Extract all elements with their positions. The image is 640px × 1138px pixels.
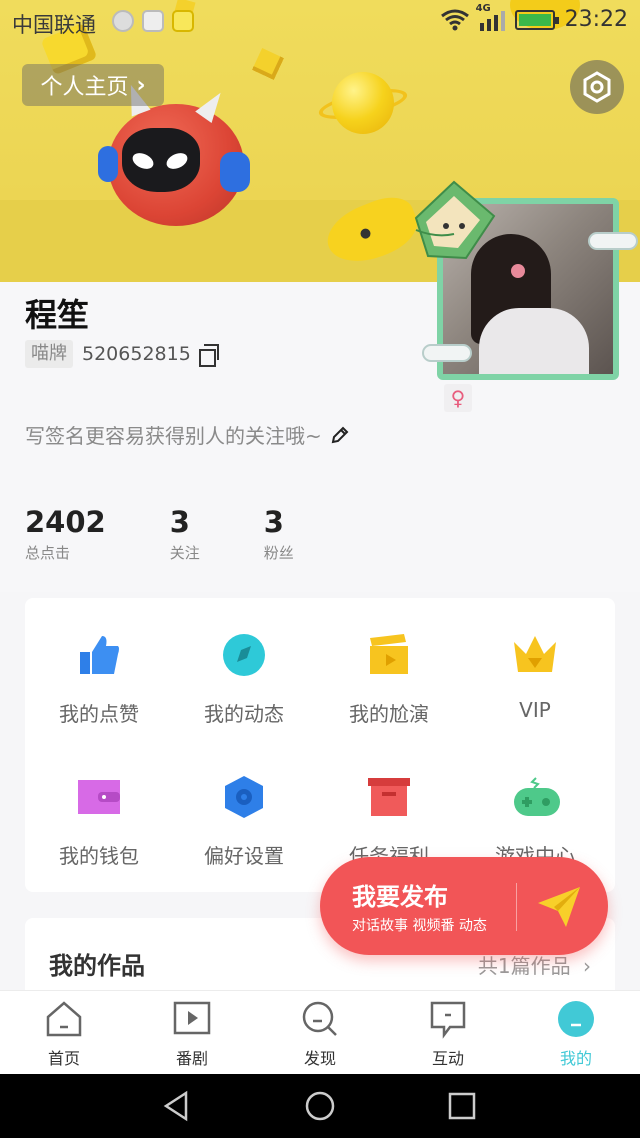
grid-item-label: 我的钱包 [59, 844, 139, 868]
grid-item-games[interactable]: 游戏中心 [461, 774, 609, 869]
tab-label: 首页 [47, 1049, 80, 1068]
grid-item-label: 我的点赞 [59, 702, 139, 726]
clock: 23:22 [564, 7, 628, 32]
tab-mine[interactable]: 我的 [512, 999, 640, 1069]
back-icon[interactable] [160, 1090, 192, 1122]
status-bar: 中国联通 4G 23:22 [0, 0, 640, 44]
cloud-frame-decoration [588, 232, 638, 250]
battery-icon [514, 9, 559, 30]
notification-app-icon [112, 10, 134, 32]
feature-grid: 我的点赞 我的动态 我的尬演 VIP 我的钱包 偏好设置 任务福利 游戏中心 [25, 598, 615, 892]
chevron-right-icon: › [136, 72, 146, 98]
grid-item-wallet[interactable]: 我的钱包 [25, 774, 173, 869]
edit-pencil-icon[interactable] [330, 425, 350, 445]
user-id-value: 520652815 [82, 343, 191, 365]
signature[interactable]: 写签名更容易获得别人的关注哦~ [25, 420, 350, 449]
tab-interact[interactable]: 互动 [384, 999, 512, 1069]
gallery-notification-icon [142, 10, 164, 32]
stat-label: 粉丝 [263, 544, 294, 562]
clapperboard-icon [366, 632, 412, 678]
grid-item-performances[interactable]: 我的尬演 [315, 632, 463, 727]
grid-item-label: 我的动态 [204, 702, 284, 726]
stat-following[interactable]: 3 关注 [170, 504, 200, 563]
gender-female-icon: ♀ [444, 384, 472, 412]
home-circle-icon[interactable] [304, 1090, 336, 1122]
stat-value: 3 [169, 505, 190, 539]
compass-icon [221, 632, 267, 678]
gamepad-icon [512, 774, 560, 820]
wallet-icon [76, 774, 122, 820]
stats-row: 2402 总点击 3 关注 3 粉丝 [25, 504, 358, 563]
grid-item-tasks[interactable]: 任务福利 [315, 774, 463, 869]
homepage-label: 个人主页 [40, 75, 129, 100]
bottom-tab-bar: 首页 番剧 发现 互动 我的 [0, 990, 640, 1074]
wifi-icon [440, 9, 470, 31]
stat-value: 3 [263, 505, 284, 539]
tab-home[interactable]: 首页 [0, 999, 128, 1069]
crown-icon [512, 632, 558, 678]
home-icon [44, 999, 84, 1039]
chat-icon [428, 999, 468, 1039]
grid-item-likes[interactable]: 我的点赞 [25, 632, 173, 727]
tab-label: 发现 [303, 1049, 336, 1068]
stat-label: 关注 [169, 544, 200, 562]
tab-label: 我的 [559, 1049, 592, 1068]
search-icon [300, 999, 340, 1039]
settings-button[interactable] [570, 60, 624, 114]
system-navigation-bar [0, 1074, 640, 1138]
robot-mascot [98, 81, 250, 226]
chat-notification-icon [172, 10, 194, 32]
zongzi-frame-decoration [414, 180, 496, 260]
recents-square-icon[interactable] [446, 1090, 478, 1122]
app-screen: 中国联通 4G 23:22 个人主页 › 程笙 喵牌 520652815 ♀ 写… [0, 0, 640, 1138]
copy-icon[interactable] [198, 344, 219, 367]
hexagon-settings-icon [583, 71, 611, 103]
user-name: 程笙 [25, 296, 90, 334]
works-title: 我的作品 [49, 952, 145, 980]
thumbs-up-icon [76, 632, 122, 678]
cell-signal-icon: 4G [476, 3, 505, 31]
stat-value: 2402 [25, 505, 106, 539]
paper-plane-icon [538, 887, 580, 927]
grid-item-vip[interactable]: VIP [461, 632, 609, 722]
grid-item-label: 我的尬演 [349, 702, 429, 726]
tab-anime[interactable]: 番剧 [128, 999, 256, 1069]
grid-item-label: 偏好设置 [204, 844, 284, 868]
grid-item-activity[interactable]: 我的动态 [170, 632, 318, 727]
cube-decoration [252, 48, 284, 80]
signature-text: 写签名更容易获得别人的关注哦~ [25, 424, 322, 448]
stat-followers[interactable]: 3 粉丝 [264, 504, 294, 563]
stat-total-clicks[interactable]: 2402 总点击 [25, 504, 106, 563]
hexagon-gear-icon [221, 774, 267, 820]
carrier-name: 中国联通 [12, 13, 96, 37]
grid-item-preferences[interactable]: 偏好设置 [170, 774, 318, 869]
gift-box-icon [366, 774, 412, 820]
user-tag-badge: 喵牌 [25, 340, 73, 368]
grid-item-label: VIP [519, 698, 551, 722]
tab-discover[interactable]: 发现 [256, 999, 384, 1069]
personal-homepage-button[interactable]: 个人主页 › [22, 64, 164, 106]
publish-button[interactable]: 我要发布 对话故事 视频番 动态 [320, 857, 608, 955]
user-id: 520652815 [82, 340, 219, 368]
profile-face-icon [556, 999, 596, 1039]
planet-decoration [332, 72, 394, 134]
stat-label: 总点击 [25, 544, 71, 562]
tab-label: 番剧 [175, 1049, 208, 1068]
publish-title: 我要发布 [352, 883, 448, 911]
chevron-right-icon: › [583, 954, 591, 978]
publish-subtitle: 对话故事 视频番 动态 [352, 918, 487, 934]
cloud-frame-decoration [422, 344, 472, 362]
notification-icons [112, 10, 194, 32]
tab-label: 互动 [431, 1049, 464, 1068]
play-icon [172, 999, 212, 1039]
